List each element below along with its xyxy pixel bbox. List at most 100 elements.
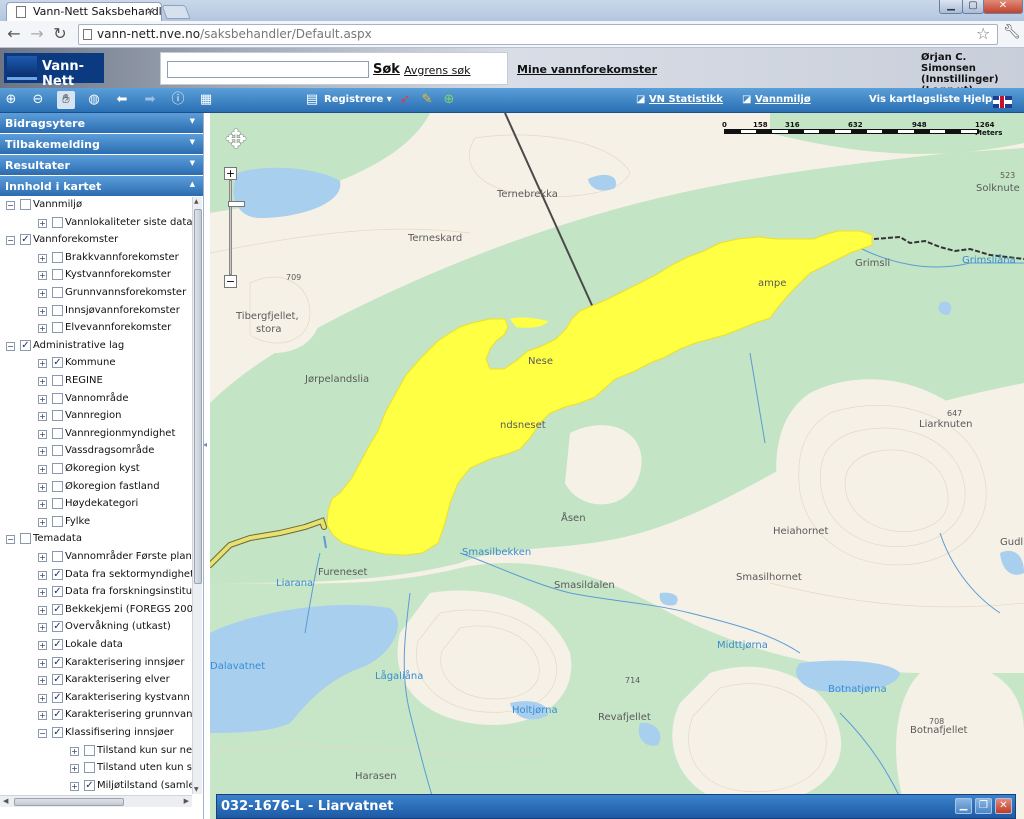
- layer-tree-row[interactable]: + ✓ Lokale data: [0, 637, 192, 654]
- info-icon[interactable]: ⓘ: [169, 91, 187, 109]
- layer-checkbox[interactable]: [52, 498, 63, 510]
- scroll-down-icon[interactable]: ▼: [194, 786, 199, 793]
- pencil-icon[interactable]: ✎: [418, 91, 436, 109]
- layer-label[interactable]: Kystvannforekomster: [65, 269, 171, 280]
- expand-icon[interactable]: +: [38, 588, 47, 598]
- expand-icon[interactable]: +: [38, 394, 47, 404]
- splitter-handle-icon[interactable]: ◂: [203, 440, 208, 452]
- layer-label[interactable]: Vannområde: [65, 393, 128, 404]
- layer-label[interactable]: Vannmiljø: [33, 199, 82, 210]
- layer-tree-row[interactable]: + Grunnvannsforekomster: [0, 285, 192, 302]
- layer-checkbox[interactable]: ✓: [52, 691, 63, 703]
- layer-label[interactable]: REGINE: [65, 375, 103, 386]
- layer-label[interactable]: Grunnvannsforekomster: [65, 287, 186, 298]
- map-zoom-in-button[interactable]: +: [224, 167, 237, 180]
- expand-icon[interactable]: +: [38, 711, 47, 721]
- horizontal-scrollbar[interactable]: ◀ ▶: [0, 795, 192, 807]
- collapse-icon[interactable]: −: [6, 201, 15, 210]
- layer-checkbox[interactable]: ✓: [84, 779, 95, 791]
- layer-checkbox[interactable]: ✓: [52, 674, 63, 686]
- layer-label[interactable]: Økoregion fastland: [65, 481, 160, 492]
- layer-checkbox[interactable]: ✓: [52, 621, 63, 633]
- collapse-icon[interactable]: −: [6, 236, 15, 246]
- layer-checkbox[interactable]: [20, 533, 31, 545]
- globe-zoom-icon[interactable]: ◍: [85, 91, 103, 109]
- layer-checkbox[interactable]: [52, 410, 63, 422]
- expand-icon[interactable]: +: [38, 517, 47, 527]
- layer-tree-row[interactable]: + Økoregion kyst: [0, 461, 192, 478]
- layer-checkbox[interactable]: [52, 287, 63, 298]
- zoom-thumb[interactable]: [228, 201, 245, 207]
- layer-label[interactable]: Vannregionmyndighet: [65, 428, 175, 439]
- measure-icon[interactable]: ▦: [197, 91, 215, 109]
- layer-tree-row[interactable]: + Økoregion fastland: [0, 479, 192, 496]
- layer-tree-row[interactable]: + Tilstand kun sur ned: [0, 743, 192, 760]
- layer-label[interactable]: Elvevannforekomster: [65, 322, 171, 333]
- layer-label[interactable]: Overvåkning (utkast): [65, 621, 171, 632]
- layer-tree-row[interactable]: + Vannområder Første planfa: [0, 549, 192, 566]
- zoom-in-icon[interactable]: ⊕: [2, 91, 20, 109]
- layer-label[interactable]: Temadata: [33, 533, 82, 544]
- layer-label[interactable]: Karakterisering grunnvann: [65, 709, 192, 720]
- collapse-icon[interactable]: −: [6, 341, 15, 351]
- layer-tree-row[interactable]: + Elvevannforekomster: [0, 320, 192, 337]
- expand-icon[interactable]: +: [70, 764, 79, 774]
- expand-icon[interactable]: +: [38, 482, 47, 492]
- layer-tree-row[interactable]: + Fylke: [0, 514, 192, 531]
- info-window-close-button[interactable]: ✕: [995, 798, 1012, 814]
- bookmark-star-icon[interactable]: ☆: [976, 24, 990, 43]
- zoom-track[interactable]: [228, 180, 245, 275]
- my-waterbodies-link[interactable]: Mine vannforekomster: [517, 63, 657, 76]
- layer-label[interactable]: Vannlokaliteter siste data: [65, 217, 192, 228]
- panel-header-bidragsytere[interactable]: Bidragsytere ▼: [0, 113, 203, 133]
- scroll-up-icon[interactable]: ▲: [194, 198, 199, 205]
- layer-tree-row[interactable]: + Vannregion: [0, 408, 192, 425]
- layer-tree-row[interactable]: + Innsjøvannforekomster: [0, 303, 192, 320]
- layer-tree-row[interactable]: + ✓ Karakterisering grunnvann: [0, 707, 192, 724]
- add-location-icon[interactable]: ⊕: [440, 91, 458, 109]
- scroll-right-icon[interactable]: ▶: [184, 797, 189, 805]
- layer-checkbox[interactable]: [52, 392, 63, 404]
- scroll-left-icon[interactable]: ◀: [3, 797, 8, 805]
- layer-checkbox[interactable]: ✓: [20, 339, 31, 351]
- layer-label[interactable]: Vannforekomster: [33, 234, 118, 245]
- panel-header-tilbakemelding[interactable]: Tilbakemelding ▼: [0, 134, 203, 154]
- layer-tree-row[interactable]: + ✓ Data fra sektormyndighete: [0, 567, 192, 584]
- layer-list-link[interactable]: Vis kartlagsliste: [869, 94, 960, 105]
- reload-icon[interactable]: ↻: [50, 24, 70, 44]
- layer-tree-row[interactable]: + Tilstand uten kun su: [0, 760, 192, 777]
- layer-tree-row[interactable]: + ✓ Data fra forskningsinstitusj: [0, 584, 192, 601]
- forward-arrow-icon[interactable]: ➡︎: [141, 91, 159, 109]
- collapse-icon[interactable]: −: [38, 729, 47, 738]
- layer-label[interactable]: Karakterisering kystvann: [65, 692, 190, 703]
- layer-label[interactable]: Tilstand uten kun su: [97, 762, 192, 773]
- pan-hand-icon[interactable]: ✋︎: [57, 91, 75, 109]
- layer-label[interactable]: Fylke: [65, 516, 90, 527]
- layer-tree-row[interactable]: + Brakkvannforekomster: [0, 250, 192, 267]
- layer-checkbox[interactable]: [84, 744, 95, 756]
- layer-label[interactable]: Miljøtilstand (samlet: [97, 780, 192, 791]
- layer-checkbox[interactable]: ✓: [52, 656, 63, 668]
- expand-icon[interactable]: +: [38, 289, 47, 298]
- layer-checkbox[interactable]: [52, 251, 63, 263]
- layer-tree-row[interactable]: + ✓ Kommune: [0, 355, 192, 372]
- layer-tree-row[interactable]: + ✓ Karakterisering elver: [0, 672, 192, 689]
- layer-tree-row[interactable]: + Høydekategori: [0, 496, 192, 513]
- layer-label[interactable]: Karakterisering elver: [65, 674, 170, 685]
- layer-checkbox[interactable]: [52, 269, 63, 281]
- expand-icon[interactable]: +: [38, 623, 47, 633]
- expand-icon[interactable]: +: [38, 377, 47, 386]
- tab-close-icon[interactable]: ×: [146, 4, 155, 17]
- layer-checkbox[interactable]: ✓: [52, 603, 63, 615]
- layer-checkbox[interactable]: [20, 199, 31, 210]
- layer-checkbox[interactable]: [52, 445, 63, 457]
- layer-label[interactable]: Vannregion: [65, 410, 122, 421]
- expand-icon[interactable]: +: [38, 429, 47, 439]
- back-arrow-icon[interactable]: ⬅︎: [113, 91, 131, 109]
- zoom-out-icon[interactable]: ⊖: [29, 91, 47, 109]
- layer-checkbox[interactable]: [52, 216, 63, 228]
- wrench-icon[interactable]: 🔧︎: [1003, 24, 1021, 40]
- vann-nett-logo[interactable]: Vann-Nett: [4, 53, 104, 89]
- select-pointer-icon[interactable]: ➶: [396, 91, 414, 109]
- layer-checkbox[interactable]: [52, 322, 63, 334]
